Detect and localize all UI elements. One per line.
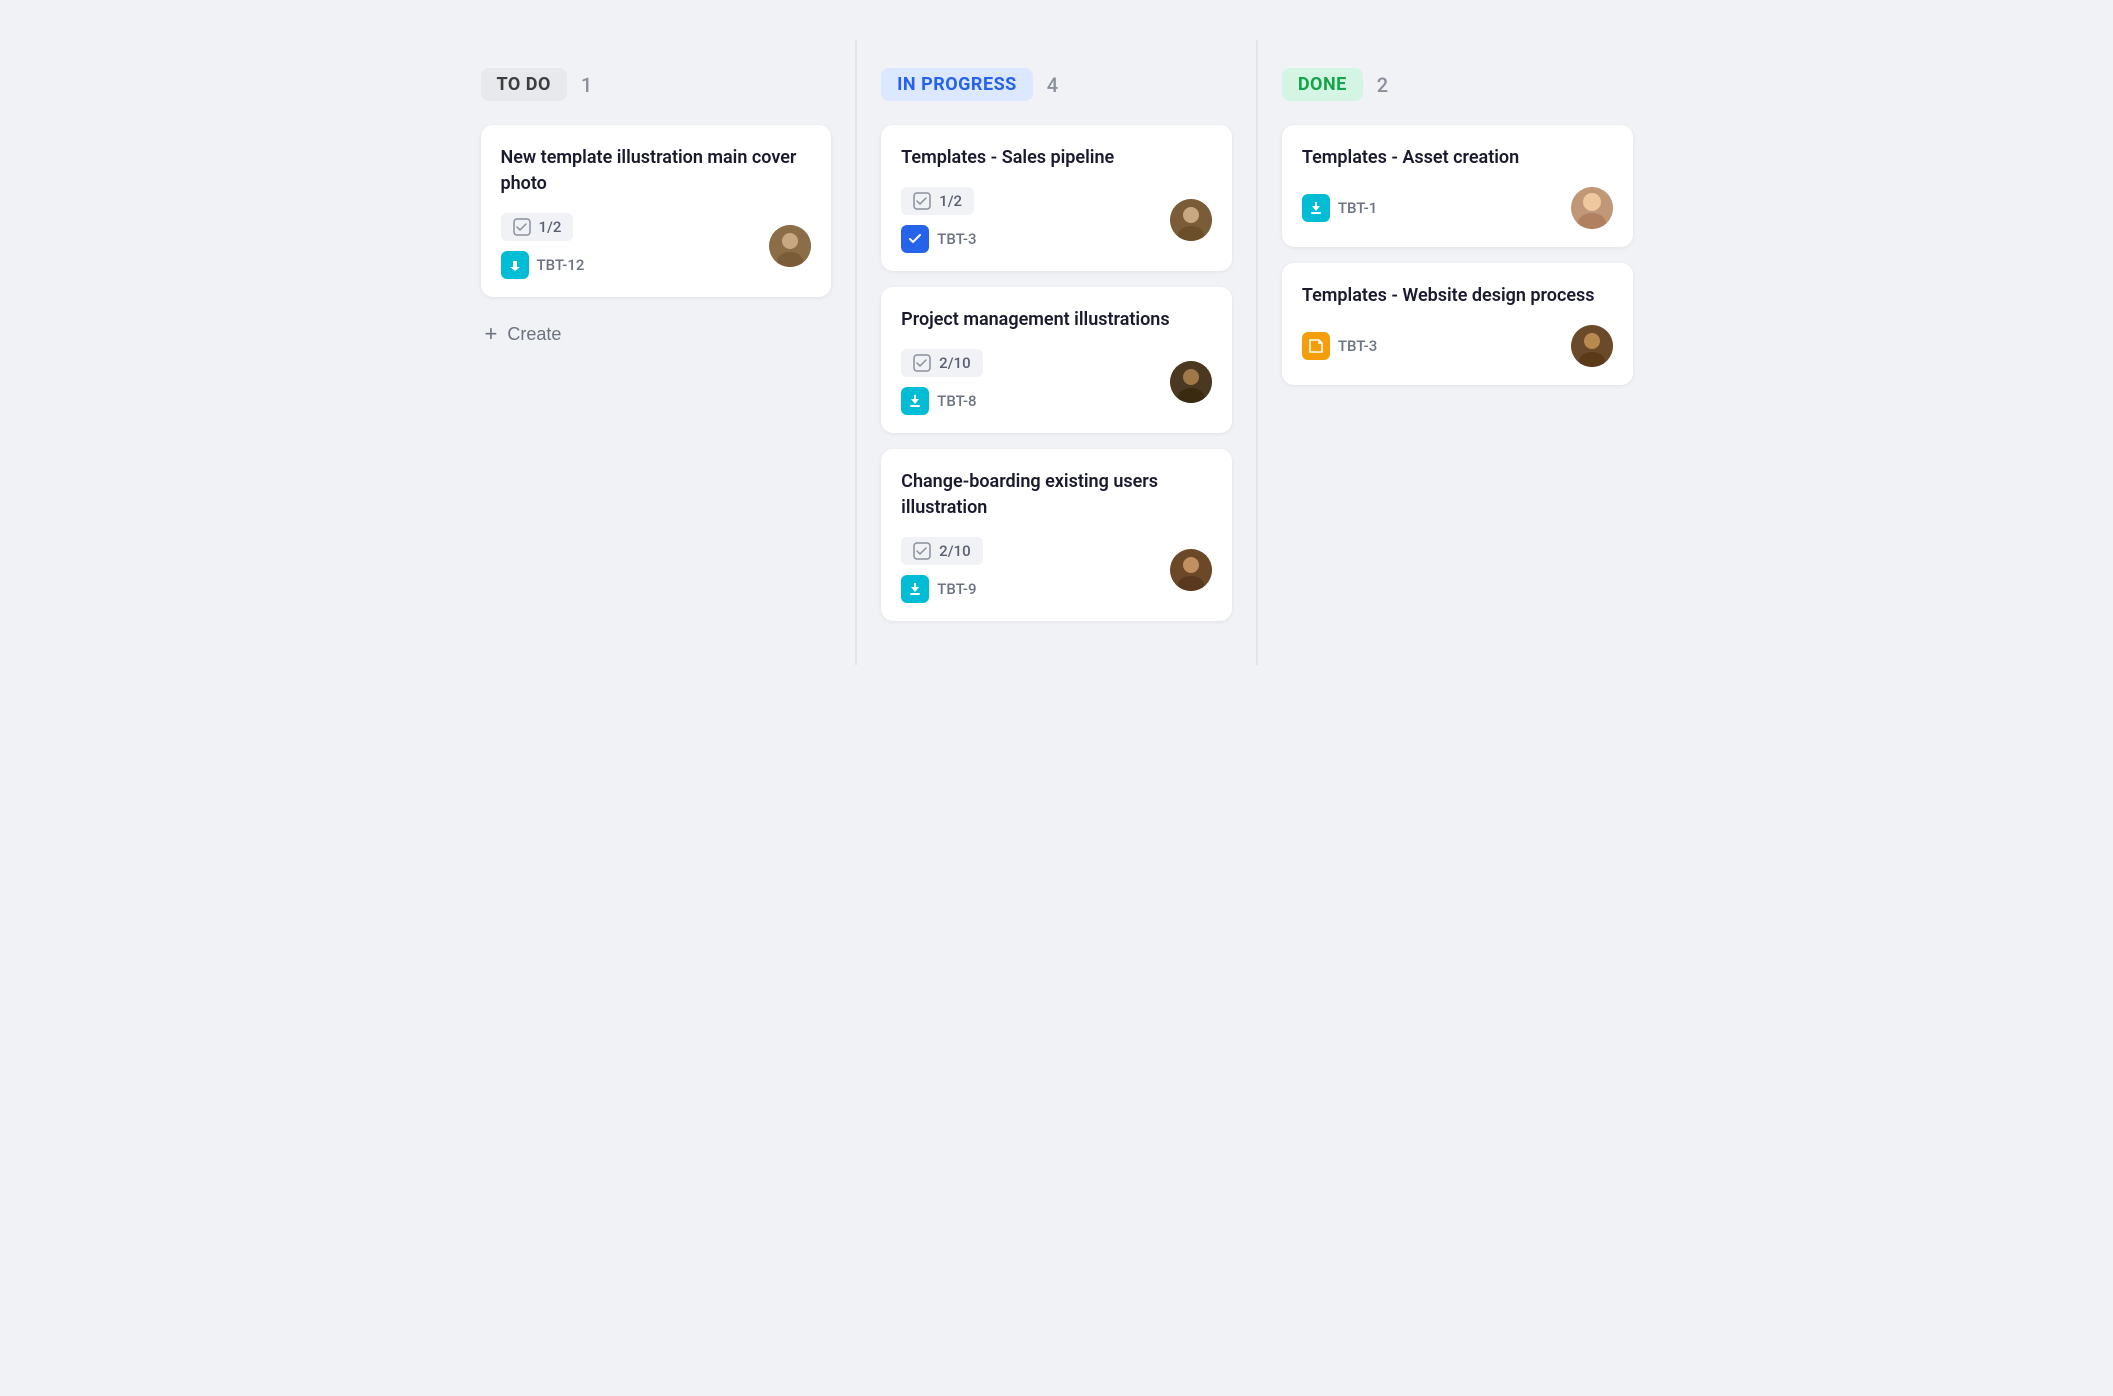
ticket-row: TBT-9 <box>901 575 982 603</box>
avatar-image <box>1571 325 1613 367</box>
checklist-badge: 2/10 <box>901 349 982 377</box>
ticket-row: TBT-8 <box>901 387 982 415</box>
column-inprogress-header: IN PROGRESS 4 <box>881 68 1232 101</box>
card-inprogress-3[interactable]: Change-boarding existing users illustrat… <box>881 449 1232 621</box>
column-done: DONE 2 Templates - Asset creation TBT-1 <box>1258 40 1657 665</box>
ticket-icon-yellow <box>1302 332 1330 360</box>
plus-icon: + <box>485 321 498 347</box>
ticket-id: TBT-1 <box>1338 199 1377 217</box>
ticket-icon-cyan <box>1302 194 1330 222</box>
checklist-badge: 1/2 <box>901 187 974 215</box>
avatar <box>1571 325 1613 367</box>
card-title: Project management illustrations <box>901 307 1212 333</box>
card-done-2[interactable]: Templates - Website design process TBT-3 <box>1282 263 1633 385</box>
card-meta-left: TBT-3 <box>1302 332 1377 360</box>
create-label: Create <box>507 324 561 345</box>
card-title: New template illustration main cover pho… <box>501 145 812 197</box>
column-inprogress: IN PROGRESS 4 Templates - Sales pipeline… <box>857 40 1258 665</box>
checklist-count: 1/2 <box>939 192 962 210</box>
checklist-count: 1/2 <box>539 218 562 236</box>
avatar <box>1571 187 1613 229</box>
card-meta-left: TBT-1 <box>1302 194 1377 222</box>
card-inprogress-2[interactable]: Project management illustrations 2/10 <box>881 287 1232 433</box>
card-meta: 2/10 TBT-8 <box>901 349 1212 415</box>
card-meta: 1/2 TBT-3 <box>901 187 1212 253</box>
card-meta-left: 1/2 TBT-3 <box>901 187 976 253</box>
ticket-icon-blue-check <box>901 225 929 253</box>
column-todo: TO DO 1 New template illustration main c… <box>457 40 858 665</box>
checklist-badge: 1/2 <box>501 213 574 241</box>
checklist-count: 2/10 <box>939 542 970 560</box>
ticket-row: TBT-1 <box>1302 194 1377 222</box>
ticket-id: TBT-3 <box>937 230 976 248</box>
card-meta-left: 2/10 TBT-8 <box>901 349 982 415</box>
checklist-icon <box>913 354 931 372</box>
column-todo-header: TO DO 1 <box>481 68 832 101</box>
ticket-id: TBT-8 <box>937 392 976 410</box>
checklist-icon <box>913 542 931 560</box>
ticket-row: TBT-3 <box>1302 332 1377 360</box>
ticket-icon-cyan <box>501 251 529 279</box>
ticket-icon-cyan <box>901 387 929 415</box>
card-meta-left: 2/10 TBT-9 <box>901 537 982 603</box>
card-title: Templates - Asset creation <box>1302 145 1613 171</box>
card-meta-left: 1/2 TBT-12 <box>501 213 585 279</box>
card-done-1[interactable]: Templates - Asset creation TBT-1 <box>1282 125 1633 247</box>
card-title: Templates - Sales pipeline <box>901 145 1212 171</box>
avatar-image <box>1170 549 1212 591</box>
checklist-icon <box>913 192 931 210</box>
inprogress-count: 4 <box>1047 73 1058 97</box>
card-meta: 1/2 TBT-12 <box>501 213 812 279</box>
column-done-header: DONE 2 <box>1282 68 1633 101</box>
avatar <box>769 225 811 267</box>
todo-count: 1 <box>581 73 592 97</box>
avatar <box>1170 199 1212 241</box>
avatar-image <box>1170 361 1212 403</box>
card-inprogress-1[interactable]: Templates - Sales pipeline 1/2 <box>881 125 1232 271</box>
ticket-row: TBT-12 <box>501 251 585 279</box>
avatar-image <box>1170 199 1212 241</box>
ticket-id: TBT-3 <box>1338 337 1377 355</box>
ticket-icon-cyan <box>901 575 929 603</box>
done-count: 2 <box>1377 73 1388 97</box>
avatar <box>1170 549 1212 591</box>
card-meta: 2/10 TBT-9 <box>901 537 1212 603</box>
avatar-image <box>1571 187 1613 229</box>
create-button[interactable]: + Create <box>481 313 566 355</box>
avatar-image <box>769 225 811 267</box>
inprogress-badge: IN PROGRESS <box>881 68 1033 101</box>
checklist-count: 2/10 <box>939 354 970 372</box>
checklist-icon <box>513 218 531 236</box>
card-meta: TBT-1 <box>1302 187 1613 229</box>
avatar <box>1170 361 1212 403</box>
done-badge: DONE <box>1282 68 1363 101</box>
card-title: Change-boarding existing users illustrat… <box>901 469 1212 521</box>
card-todo-1[interactable]: New template illustration main cover pho… <box>481 125 832 297</box>
ticket-id: TBT-12 <box>537 256 585 274</box>
card-meta: TBT-3 <box>1302 325 1613 367</box>
checklist-badge: 2/10 <box>901 537 982 565</box>
ticket-row: TBT-3 <box>901 225 976 253</box>
ticket-id: TBT-9 <box>937 580 976 598</box>
card-title: Templates - Website design process <box>1302 283 1613 309</box>
todo-badge: TO DO <box>481 68 567 101</box>
kanban-board: TO DO 1 New template illustration main c… <box>457 40 1657 665</box>
